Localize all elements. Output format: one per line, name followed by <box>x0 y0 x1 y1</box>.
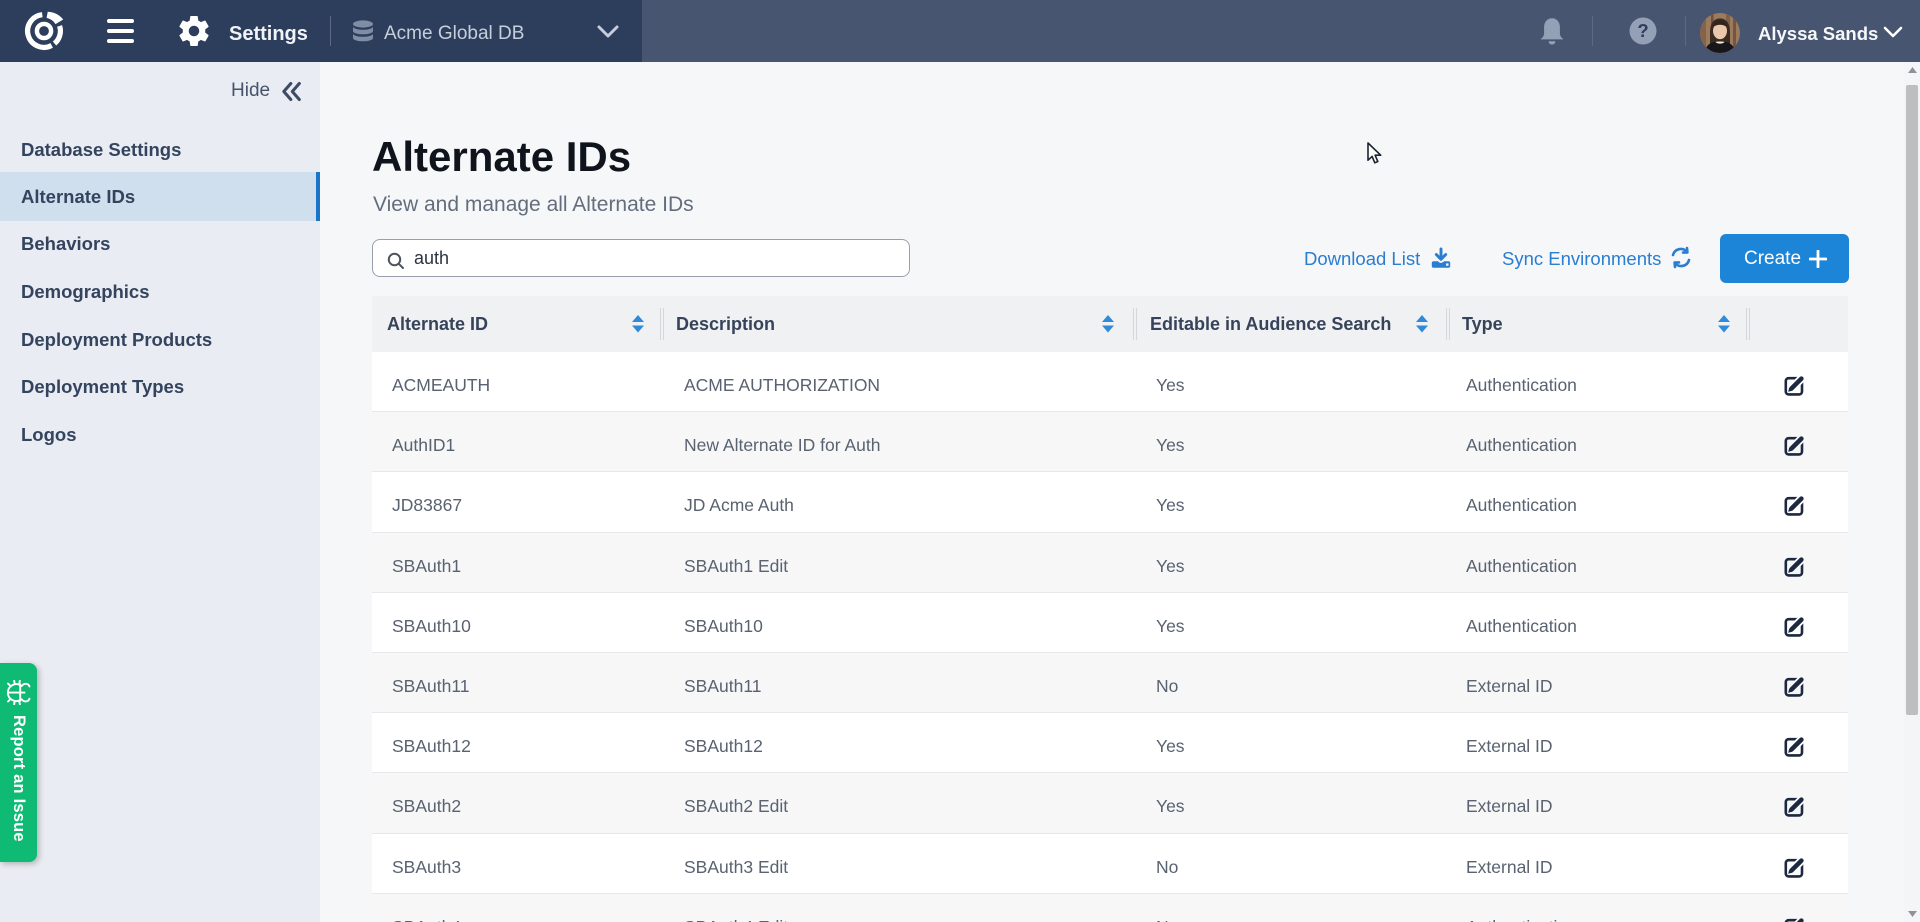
svg-text:?: ? <box>1637 20 1648 41</box>
